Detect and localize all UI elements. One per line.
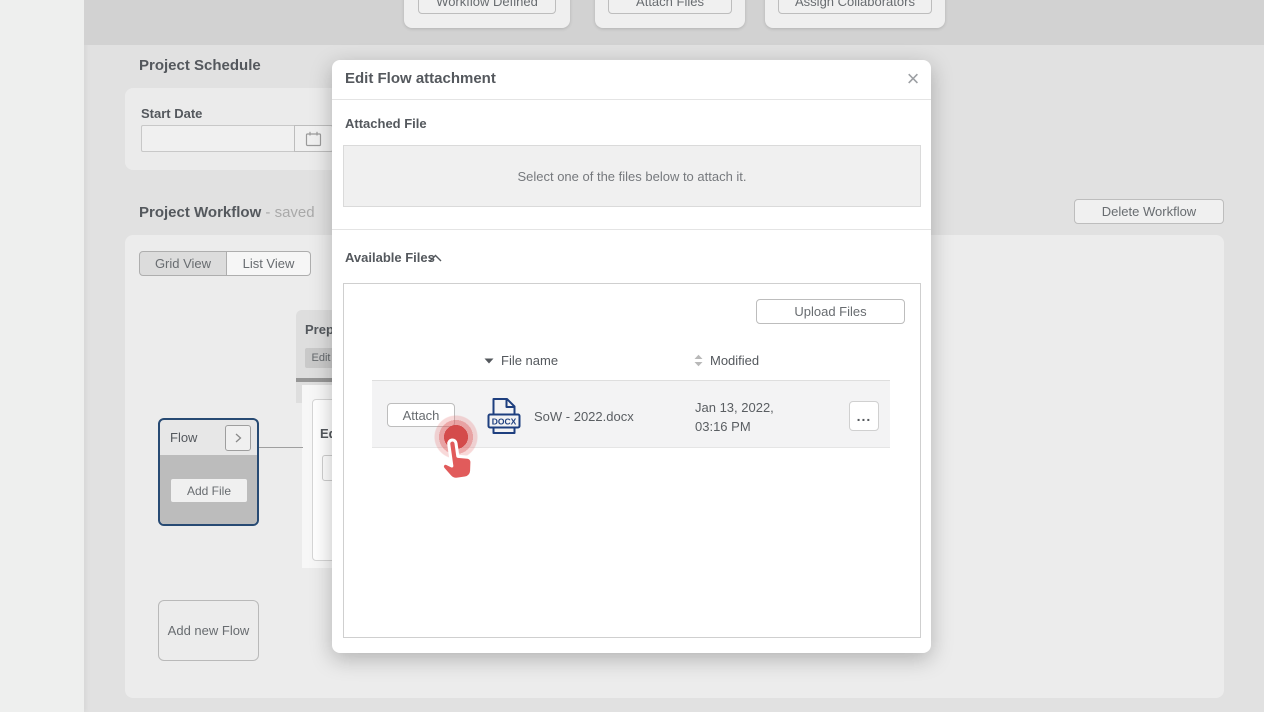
workflow-defined-button[interactable]: Workflow Defined bbox=[418, 0, 556, 14]
available-files-label: Available Files bbox=[345, 250, 435, 265]
flow-card: Flow Add File bbox=[158, 418, 259, 526]
delete-workflow-button[interactable]: Delete Workflow bbox=[1074, 199, 1224, 224]
modal-title: Edit Flow attachment bbox=[345, 70, 496, 87]
attached-file-dropzone: Select one of the files below to attach … bbox=[343, 145, 921, 207]
modal-section-divider bbox=[332, 229, 931, 230]
file-name-column-header[interactable]: File name bbox=[484, 353, 558, 368]
workflow-saved-status: - saved bbox=[265, 204, 314, 221]
workflow-column-title: Prep bbox=[305, 322, 334, 337]
attached-file-label: Attached File bbox=[345, 116, 427, 131]
flow-connector-line bbox=[259, 447, 303, 448]
more-options-button[interactable]: ... bbox=[849, 401, 879, 431]
modified-header-text: Modified bbox=[710, 353, 759, 368]
chevron-right-icon bbox=[233, 432, 243, 444]
docx-file-icon: DOCX bbox=[487, 397, 521, 440]
add-new-flow-button[interactable]: Add new Flow bbox=[158, 600, 259, 661]
tab-list-view[interactable]: List View bbox=[227, 251, 311, 276]
flow-card-body: Add File bbox=[160, 455, 257, 524]
close-icon[interactable]: × bbox=[898, 64, 928, 94]
file-name-cell: SoW - 2022.docx bbox=[534, 409, 634, 424]
chevron-up-icon bbox=[428, 253, 443, 263]
upload-files-button[interactable]: Upload Files bbox=[756, 299, 905, 324]
start-date-label: Start Date bbox=[141, 106, 202, 121]
available-files-panel bbox=[343, 283, 921, 638]
start-date-input[interactable] bbox=[141, 125, 295, 152]
attach-files-button[interactable]: Attach Files bbox=[608, 0, 732, 14]
collapse-section-button[interactable] bbox=[425, 250, 445, 266]
add-file-button[interactable]: Add File bbox=[171, 479, 247, 502]
calendar-button[interactable] bbox=[294, 125, 333, 152]
sort-descending-icon bbox=[484, 358, 494, 364]
project-workflow-title: Project Workflow - saved bbox=[139, 204, 315, 221]
calendar-icon bbox=[305, 131, 322, 147]
modified-date-line: Jan 13, 2022, bbox=[695, 398, 774, 417]
attach-button[interactable]: Attach bbox=[387, 403, 455, 427]
assign-collaborators-button[interactable]: Assign Collaborators bbox=[778, 0, 932, 14]
attached-file-placeholder: Select one of the files below to attach … bbox=[517, 169, 746, 184]
workflow-title-text: Project Workflow bbox=[139, 204, 261, 221]
flow-title: Flow bbox=[170, 430, 197, 445]
left-sidebar bbox=[0, 0, 84, 712]
flow-card-header: Flow bbox=[160, 420, 257, 455]
flow-expand-button[interactable] bbox=[225, 425, 251, 451]
file-name-header-text: File name bbox=[501, 353, 558, 368]
tab-grid-view[interactable]: Grid View bbox=[139, 251, 227, 276]
project-schedule-title: Project Schedule bbox=[139, 57, 261, 74]
modified-cell: Jan 13, 2022, 03:16 PM bbox=[695, 398, 774, 436]
sort-both-icon bbox=[694, 354, 703, 367]
modified-time-line: 03:16 PM bbox=[695, 417, 774, 436]
docx-icon-label: DOCX bbox=[492, 417, 517, 427]
modified-column-header[interactable]: Modified bbox=[694, 353, 759, 368]
